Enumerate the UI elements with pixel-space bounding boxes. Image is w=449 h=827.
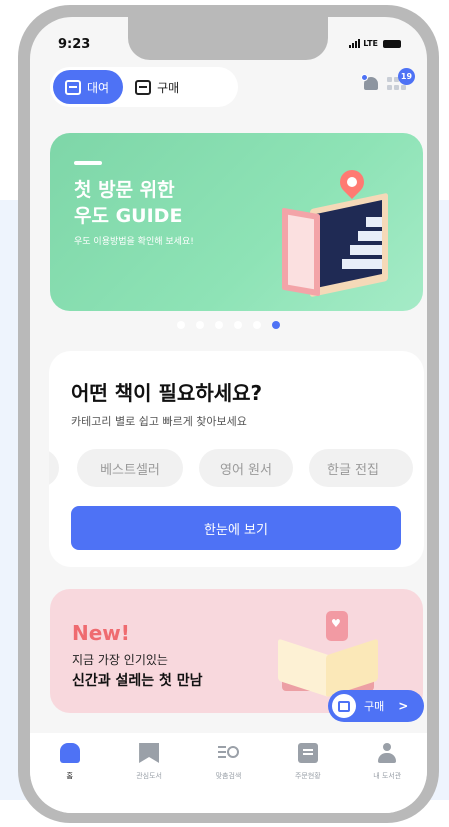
status-time: 9:23 bbox=[58, 37, 91, 52]
carousel-dot[interactable] bbox=[253, 321, 261, 329]
category-chip[interactable]: 한글 전집 bbox=[309, 449, 413, 487]
tab-label: 관심도서 bbox=[136, 772, 162, 780]
notification-badge: 19 bbox=[398, 68, 415, 85]
notification-dot bbox=[361, 74, 368, 81]
category-chip-partial[interactable] bbox=[49, 449, 59, 487]
notification-button[interactable] bbox=[361, 74, 381, 94]
rent-icon bbox=[65, 79, 81, 95]
view-all-button[interactable]: 한눈에 보기 bbox=[71, 506, 401, 550]
buy-label: 구매 bbox=[157, 80, 180, 95]
open-book-illustration bbox=[278, 637, 378, 698]
bottom-tab-bar: 홈 관심도서 맞춤검색 주문현황 내 도서관 bbox=[30, 733, 427, 813]
tab-label: 주문현황 bbox=[294, 772, 321, 780]
status-indicators: LTE bbox=[349, 39, 401, 48]
carousel-indicator bbox=[177, 321, 280, 329]
buy-float-button[interactable]: 구매 > bbox=[328, 690, 424, 722]
category-card: 어떤 책이 필요하세요? 카테고리 별로 쉽고 빠르게 찾아보세요 베스트셀러 … bbox=[49, 351, 424, 567]
rent-label: 대여 bbox=[87, 80, 110, 95]
buy-tab[interactable]: 구매 bbox=[123, 70, 191, 104]
book-door-illustration bbox=[282, 192, 390, 298]
tab-label: 홈 bbox=[66, 772, 73, 780]
store-icon bbox=[135, 79, 152, 95]
guide-banner[interactable]: 첫 방문 위한 우도 GUIDE 우도 이용방법을 확인해 보세요! bbox=[50, 133, 423, 311]
tab-orders[interactable]: 주문현황 bbox=[276, 743, 340, 813]
category-chip[interactable]: 영어 원서 bbox=[199, 449, 293, 487]
category-chip[interactable]: 베스트셀러 bbox=[77, 449, 183, 487]
user-icon bbox=[377, 743, 397, 763]
guide-accent-bar bbox=[74, 161, 102, 165]
list-search-icon bbox=[218, 743, 240, 763]
category-title: 어떤 책이 필요하세요? bbox=[71, 381, 263, 405]
rent-tab[interactable]: 대여 bbox=[53, 70, 124, 104]
carousel-dot[interactable] bbox=[196, 321, 204, 329]
menu-button[interactable]: 19 bbox=[385, 68, 415, 95]
category-subtitle: 카테고리 별로 쉽고 빠르게 찾아보세요 bbox=[71, 415, 247, 428]
tab-wishlist[interactable]: 관심도서 bbox=[117, 743, 181, 813]
tab-label: 내 도서관 bbox=[373, 772, 402, 780]
new-banner-line1: 지금 가장 인기있는 bbox=[72, 653, 168, 667]
order-icon bbox=[297, 743, 318, 763]
new-label: New! bbox=[72, 621, 130, 645]
mode-toggle: 대여 구매 bbox=[50, 67, 238, 107]
home-icon bbox=[59, 743, 80, 763]
carousel-dot-active[interactable] bbox=[272, 321, 280, 329]
chevron-right-icon: > bbox=[398, 699, 409, 713]
buy-float-label: 구매 bbox=[364, 700, 385, 713]
bookmark-icon bbox=[139, 743, 160, 763]
guide-title-line2: 우도 GUIDE bbox=[74, 205, 183, 227]
guide-subtitle: 우도 이용방법을 확인해 보세요! bbox=[74, 237, 194, 247]
carousel-dot[interactable] bbox=[177, 321, 185, 329]
tab-label: 맞춤검색 bbox=[215, 772, 242, 780]
category-chips: 베스트셀러 영어 원서 한글 전집 bbox=[49, 449, 424, 487]
phone-notch bbox=[128, 17, 328, 60]
header-actions: 19 bbox=[361, 68, 415, 95]
new-banner-line2: 신간과 설레는 첫 만남 bbox=[72, 673, 203, 689]
battery-icon bbox=[383, 39, 401, 48]
carousel-dot[interactable] bbox=[215, 321, 223, 329]
tab-custom-search[interactable]: 맞춤검색 bbox=[196, 743, 260, 813]
network-label: LTE bbox=[363, 39, 378, 48]
guide-title-line1: 첫 방문 위한 bbox=[74, 179, 175, 201]
store-icon bbox=[332, 694, 356, 718]
tab-home[interactable]: 홈 bbox=[38, 743, 102, 813]
tab-my-library[interactable]: 내 도서관 bbox=[355, 743, 419, 813]
signal-icon bbox=[349, 39, 361, 48]
carousel-dot[interactable] bbox=[234, 321, 242, 329]
app-screen: 9:23 LTE 대여 구매 19 첫 방문 위한 우도 GUIDE 우도 이용 bbox=[30, 17, 427, 813]
